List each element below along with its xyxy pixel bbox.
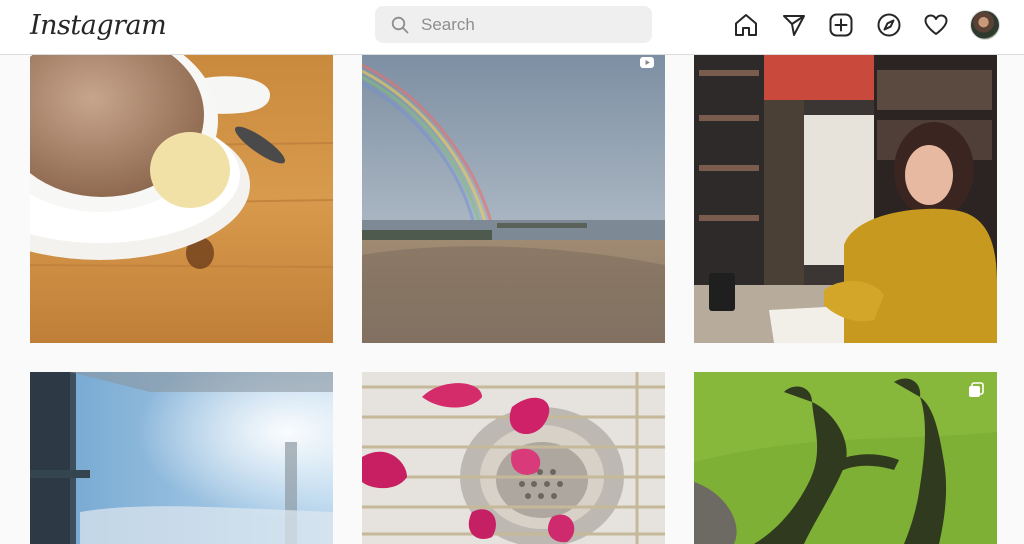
window-sky-photo[interactable] <box>30 372 333 544</box>
top-navigation-bar: Instagram <box>0 0 1024 55</box>
grass-shadow-photo[interactable] <box>694 372 997 544</box>
explore-icon[interactable] <box>876 12 902 38</box>
profile-avatar[interactable] <box>970 10 1000 40</box>
search-input[interactable] <box>421 14 641 35</box>
home-icon[interactable] <box>733 12 759 38</box>
activity-heart-icon[interactable] <box>923 12 949 38</box>
bookstore-woman-photo[interactable] <box>694 55 997 343</box>
direct-message-icon[interactable] <box>781 12 807 38</box>
coffee-cup-photo[interactable] <box>30 55 333 343</box>
instagram-logo[interactable]: Instagram <box>30 6 167 46</box>
flower-petals-drain-photo[interactable] <box>362 372 665 544</box>
carousel-icon <box>969 382 984 397</box>
rainbow-beach-photo[interactable] <box>362 55 665 343</box>
new-post-icon[interactable] <box>828 12 854 38</box>
search-bar[interactable] <box>375 6 652 43</box>
video-icon <box>640 57 654 68</box>
search-icon <box>391 16 409 33</box>
